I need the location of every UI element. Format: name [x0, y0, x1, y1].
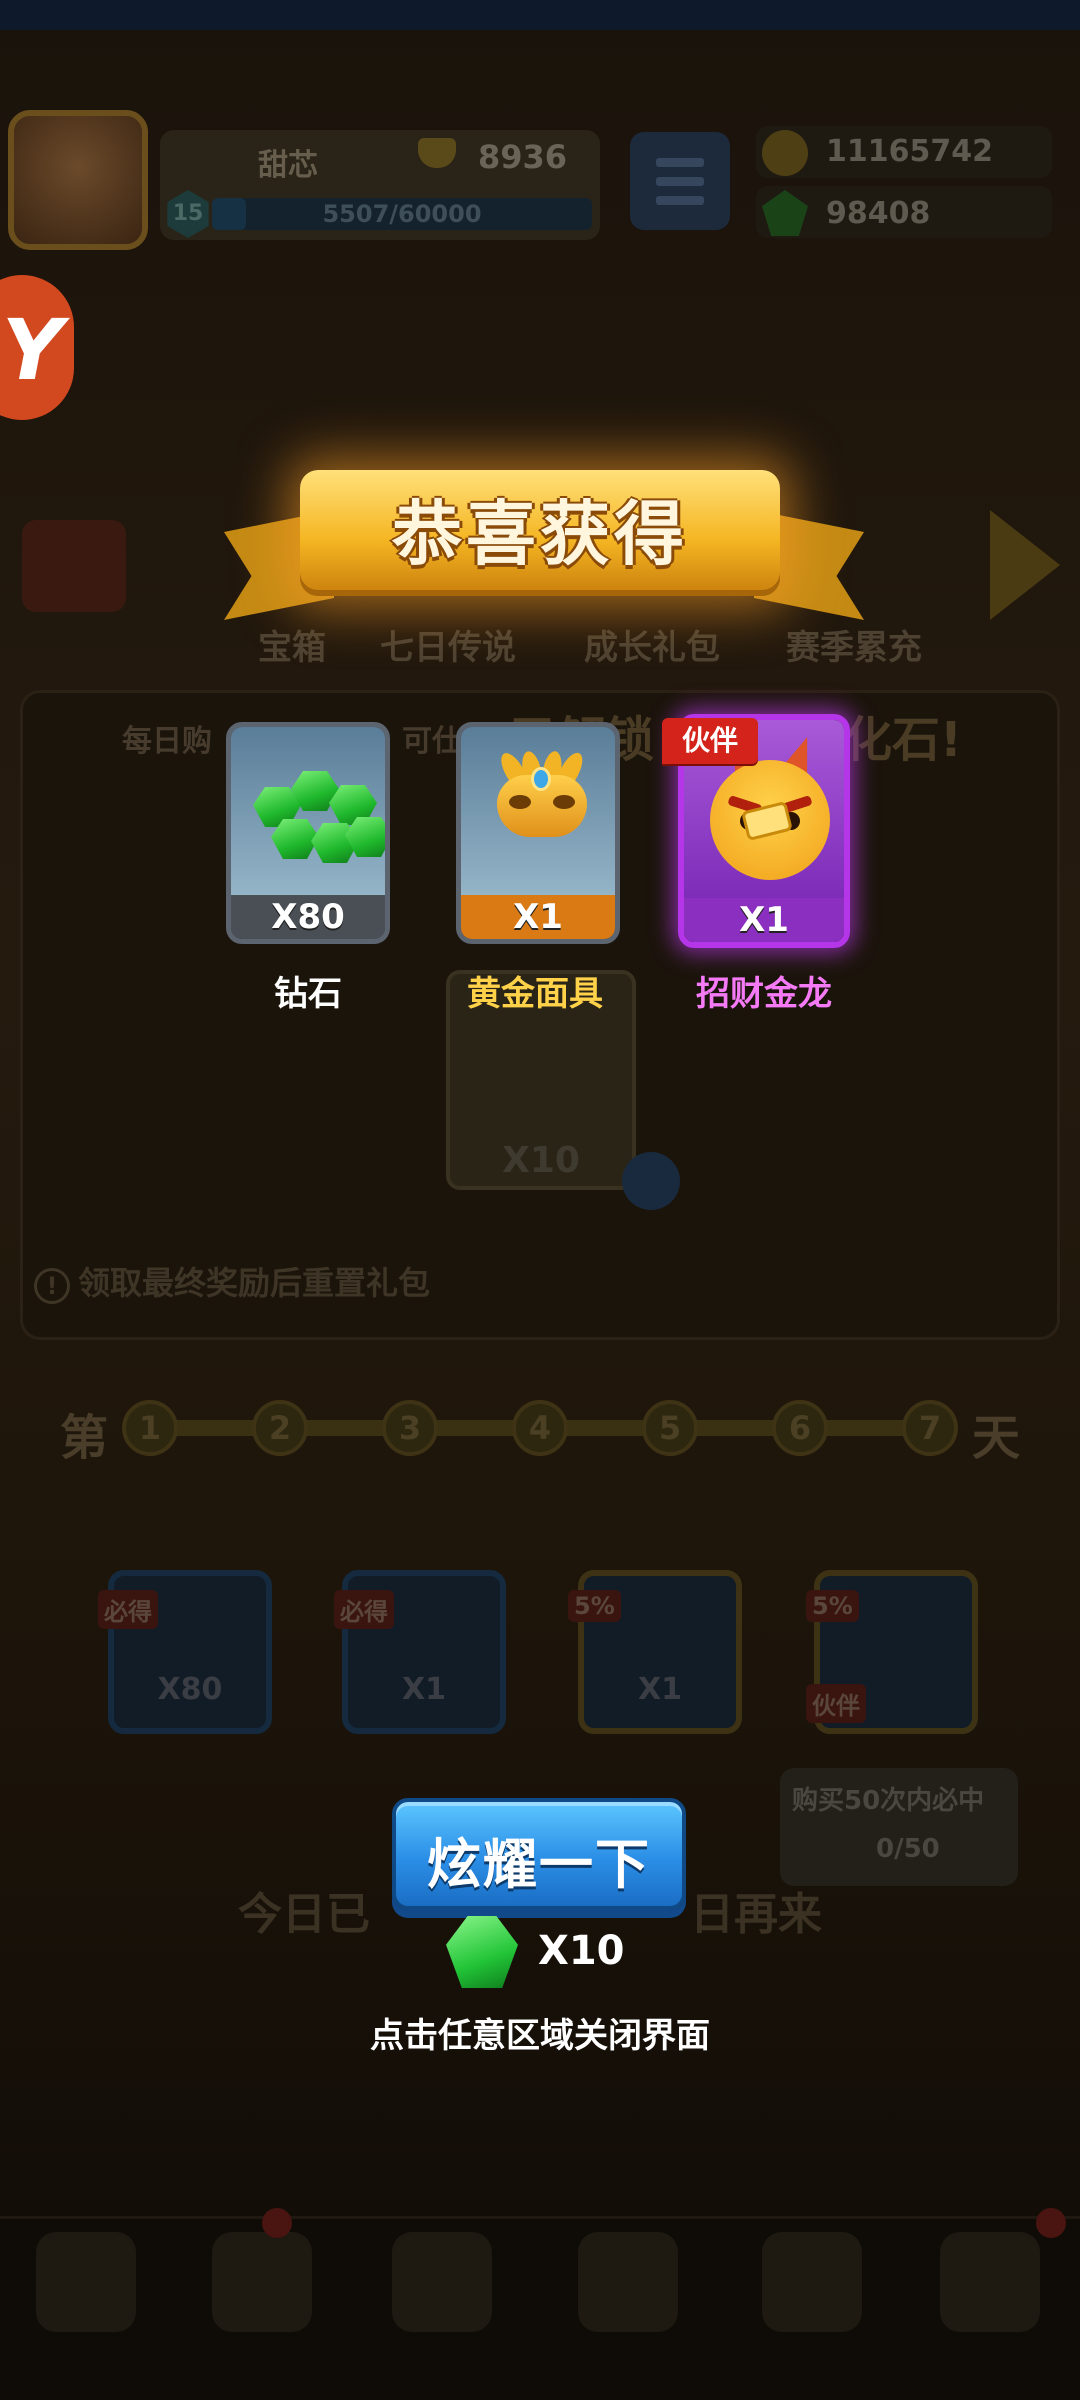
pity-bubble-count: 0/50 — [876, 1834, 940, 1864]
day-dot: 6 — [772, 1400, 828, 1456]
popup-title: 恭喜获得 — [392, 493, 688, 575]
info-icon: ! — [34, 1268, 70, 1304]
share-cost-qty: X10 — [538, 1928, 625, 1974]
xp-text: 5507/60000 — [322, 200, 482, 228]
day-dot: 4 — [512, 1400, 568, 1456]
trophy-count: 8936 — [478, 138, 568, 176]
close-hint: 点击任意区域关闭界面 — [370, 2016, 710, 2056]
can-text: 可仕 — [402, 724, 462, 759]
info-text: 领取最终奖励后重置礼包 — [78, 1264, 431, 1302]
item-name-golden-mask: 黄金面具 — [467, 974, 603, 1014]
reward-tag: 必得 — [334, 1590, 394, 1629]
day-dot: 2 — [252, 1400, 308, 1456]
unlock-suffix: 化石! — [844, 712, 962, 768]
back-button[interactable] — [22, 520, 126, 612]
golden-mask-icon — [461, 727, 615, 899]
tab-season-recharge[interactable]: 赛季累充 — [786, 620, 922, 669]
tab-chest[interactable]: 宝箱 — [258, 620, 326, 669]
reward-card-qty: X80 — [231, 895, 385, 939]
mask-eye — [553, 795, 575, 809]
nav-team-icon[interactable] — [762, 2232, 862, 2332]
menu-icon-bar — [656, 158, 704, 167]
day-dot: 7 — [902, 1400, 958, 1456]
mask-eye — [509, 795, 531, 809]
bottom-nav — [0, 2216, 1080, 2400]
logo-glyph: Y — [2, 301, 63, 399]
menu-icon-bar — [656, 177, 704, 186]
reward-partner-tag: 伙伴 — [806, 1684, 866, 1723]
day-suffix: 天 — [972, 1410, 1021, 1466]
nav-helmet-icon[interactable] — [212, 2232, 312, 2332]
nav-compass-icon[interactable] — [940, 2232, 1040, 2332]
info-row: ! 领取最终奖励后重置礼包 — [34, 1258, 430, 1304]
reward-card-golden-mask: X1 — [456, 722, 620, 944]
day-dot: 5 — [642, 1400, 698, 1456]
menu-button[interactable] — [630, 132, 730, 230]
nav-chest-icon[interactable] — [36, 2232, 136, 2332]
reward-card-qty: X1 — [461, 895, 615, 939]
item-name-gems: 钻石 — [274, 974, 342, 1014]
gem-pile-icon — [231, 727, 385, 899]
share-button-label[interactable]: 炫耀一下 — [392, 1820, 686, 1899]
nav-crown-icon[interactable] — [578, 2232, 678, 2332]
today-left: 今日已 — [238, 1889, 370, 1940]
background-card-qty: X10 — [502, 1140, 580, 1181]
gem-amount: 98408 — [826, 196, 931, 231]
nav-battle-icon[interactable] — [392, 2232, 492, 2332]
pity-bubble-title: 购买50次内必中 — [792, 1786, 985, 1816]
gold-coin-icon — [762, 130, 808, 176]
reward-tag: 必得 — [98, 1590, 158, 1629]
day-prefix: 第 — [60, 1410, 109, 1466]
status-bar — [0, 0, 1080, 30]
day-dot: 1 — [122, 1400, 178, 1456]
reward-qty: X1 — [637, 1672, 682, 1707]
gold-amount: 11165742 — [826, 134, 993, 169]
avatar — [8, 110, 148, 250]
side-logo-button[interactable]: Y — [0, 275, 74, 420]
item-name-fortune-dragon: 招财金龙 — [696, 974, 832, 1014]
reward-card-qty: X1 — [684, 898, 844, 942]
day-dot: 3 — [382, 1400, 438, 1456]
reward-qty: X80 — [157, 1672, 223, 1707]
mask-jewel — [531, 767, 551, 791]
player-name: 甜芯 — [258, 148, 318, 183]
tab-growth-pack[interactable]: 成长礼包 — [584, 620, 720, 669]
reward-tag: 5% — [568, 1590, 621, 1622]
daily-purchase-text: 每日购 — [122, 724, 212, 759]
reward-tag: 5% — [806, 1590, 859, 1622]
notification-badge — [262, 2208, 292, 2238]
tab-seven-day-legend[interactable]: 七日传说 — [380, 620, 516, 669]
reward-qty: X1 — [401, 1672, 446, 1707]
reward-card-gems: X80 — [226, 722, 390, 944]
menu-icon-bar — [656, 196, 704, 205]
notification-badge — [1036, 2208, 1066, 2238]
today-right: 日再来 — [690, 1889, 822, 1940]
swap-icon[interactable] — [622, 1152, 680, 1210]
partner-tag: 伙伴 — [662, 718, 758, 764]
